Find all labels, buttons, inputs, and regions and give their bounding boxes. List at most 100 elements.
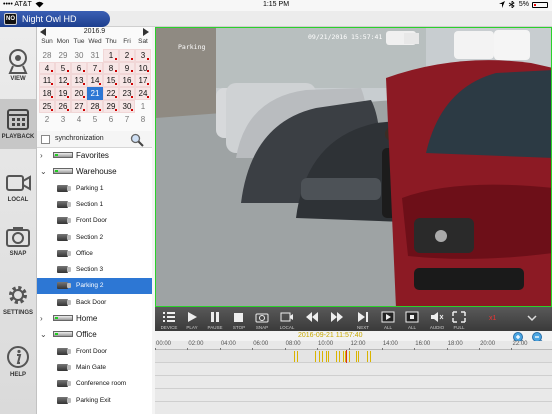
calendar-day[interactable]: 17 (135, 74, 151, 88)
tree-camera[interactable]: Office (37, 246, 152, 262)
tree-group[interactable]: ⌄ Warehouse (37, 164, 152, 180)
tree-group[interactable]: › Favorites (37, 148, 152, 164)
calendar-day[interactable]: 28 (87, 99, 103, 113)
calendar-day[interactable]: 25 (39, 99, 55, 113)
timeline-cursor[interactable] (346, 350, 347, 363)
chevron-down-icon[interactable]: ⌄ (40, 330, 47, 339)
tree-camera[interactable]: Front Door (37, 213, 152, 229)
calendar-day[interactable]: 1 (103, 48, 119, 62)
calendar-day[interactable]: 3 (135, 48, 151, 62)
tree-item-label: Front Door (76, 217, 108, 225)
calendar-day[interactable]: 31 (87, 48, 103, 62)
chevron-right-icon[interactable]: › (40, 314, 43, 323)
calendar-day[interactable]: 6 (71, 61, 87, 75)
timeline-track[interactable] (155, 350, 552, 363)
stop-button[interactable]: STOP (227, 307, 251, 331)
calendar-day[interactable]: 20 (71, 87, 87, 100)
next-month-icon[interactable] (143, 28, 149, 36)
calendar-day[interactable]: 18 (39, 87, 55, 100)
all-button[interactable]: ALL (400, 307, 424, 331)
calendar-day[interactable]: 6 (103, 112, 119, 126)
timeline-track[interactable] (155, 363, 552, 376)
device-button[interactable]: DEVICE (157, 307, 181, 331)
calendar-day[interactable]: 12 (55, 74, 71, 88)
tree-camera[interactable]: Section 3 (37, 262, 152, 278)
play-button[interactable]: PLAY (180, 307, 204, 331)
search-icon[interactable] (130, 133, 144, 147)
calendar-day[interactable]: 3 (55, 112, 71, 126)
next-button[interactable]: NEXT (351, 307, 375, 331)
calendar-day[interactable]: 8 (135, 112, 151, 126)
tree-camera[interactable]: Section 2 (37, 230, 152, 246)
chevron-down-icon[interactable] (527, 313, 537, 323)
calendar-day[interactable]: 30 (119, 99, 135, 113)
tree-group[interactable]: ⌄ Office (37, 327, 152, 343)
calendar-day[interactable]: 9 (119, 61, 135, 75)
timeline-track[interactable] (155, 402, 552, 414)
tree-camera[interactable]: Conference room (37, 376, 152, 392)
tree-group[interactable]: › Home (37, 311, 152, 327)
calendar-day[interactable]: 21 (87, 87, 103, 100)
calendar-day[interactable]: 30 (71, 48, 87, 62)
chevron-right-icon[interactable]: › (40, 151, 43, 160)
nav-settings[interactable]: SETTINGS (0, 275, 36, 325)
calendar-day[interactable]: 14 (87, 74, 103, 88)
full-button[interactable]: FULL (447, 307, 471, 331)
calendar-day[interactable]: 15 (103, 74, 119, 88)
calendar-month: 2016.9 (83, 28, 106, 35)
rewind-button[interactable] (300, 307, 324, 331)
calendar-day[interactable]: 29 (103, 99, 119, 113)
calendar-day[interactable]: 7 (87, 61, 103, 75)
snap-button[interactable]: SNAP (250, 307, 274, 331)
calendar-day[interactable]: 2 (39, 112, 55, 126)
tree-camera[interactable]: Main Gate (37, 360, 152, 376)
timeline-track[interactable] (155, 376, 552, 389)
calendar-day[interactable]: 5 (87, 112, 103, 126)
tree-camera[interactable]: Section 1 (37, 197, 152, 213)
calendar-day[interactable]: 27 (71, 99, 87, 113)
timeline-track[interactable] (155, 389, 552, 402)
nav-local[interactable]: LOCAL (0, 162, 36, 212)
tree-camera[interactable]: Parking 1 (37, 181, 152, 197)
nav-view[interactable]: VIEW (0, 41, 36, 91)
calendar-day[interactable]: 8 (103, 61, 119, 75)
calendar-day[interactable]: 24 (135, 87, 151, 100)
tree-camera[interactable]: Back Door (37, 295, 152, 311)
timeline[interactable]: 2016-09-21 11:57:40 00:00 02:00 04:00 06:00… (155, 331, 552, 414)
calendar-day[interactable]: 26 (55, 99, 71, 113)
local-button[interactable]: LOCAL (275, 307, 299, 331)
video-view[interactable]: Parking 09/21/2016 15:57:41 (155, 27, 552, 307)
calendar-day[interactable]: 13 (71, 74, 87, 88)
calendar-day[interactable]: 4 (71, 112, 87, 126)
calendar-day[interactable]: 11 (39, 74, 55, 88)
speed-label[interactable]: x1 (489, 315, 496, 322)
camera-icon (57, 396, 71, 405)
nav-playback[interactable]: PLAYBACK (0, 99, 36, 149)
audio-button[interactable]: AUDIO (425, 307, 449, 331)
tree-camera[interactable]: Parking 2 (37, 278, 152, 295)
nav-snap[interactable]: SNAP (0, 216, 36, 266)
calendar-day[interactable]: 10 (135, 61, 151, 75)
calendar-day[interactable]: 2 (119, 48, 135, 62)
tree-camera[interactable]: Parking Exit (37, 393, 152, 409)
fast-forward-button[interactable] (325, 307, 349, 331)
hour-tick-label: 06:00 (253, 341, 269, 347)
calendar-day[interactable]: 22 (103, 87, 119, 100)
calendar-day[interactable]: 1 (135, 99, 151, 113)
calendar-day[interactable]: 29 (55, 48, 71, 62)
calendar-day[interactable]: 7 (119, 112, 135, 126)
chevron-down-icon[interactable]: ⌄ (40, 167, 47, 176)
calendar-day[interactable]: 23 (119, 87, 135, 100)
tree-camera[interactable]: Front Door (37, 344, 152, 360)
weekday-label: Mon (56, 38, 70, 45)
pause-button[interactable]: PAUSE (203, 307, 227, 331)
all-button[interactable]: ALL (376, 307, 400, 331)
calendar-day[interactable]: 19 (55, 87, 71, 100)
nav-help[interactable]: HELP (0, 337, 36, 387)
calendar-day[interactable]: 16 (119, 74, 135, 88)
sync-checkbox[interactable] (41, 135, 50, 144)
prev-month-icon[interactable] (40, 28, 46, 36)
calendar-day[interactable]: 5 (55, 61, 71, 75)
calendar-day[interactable]: 28 (39, 48, 55, 62)
calendar-day[interactable]: 4 (39, 61, 55, 75)
